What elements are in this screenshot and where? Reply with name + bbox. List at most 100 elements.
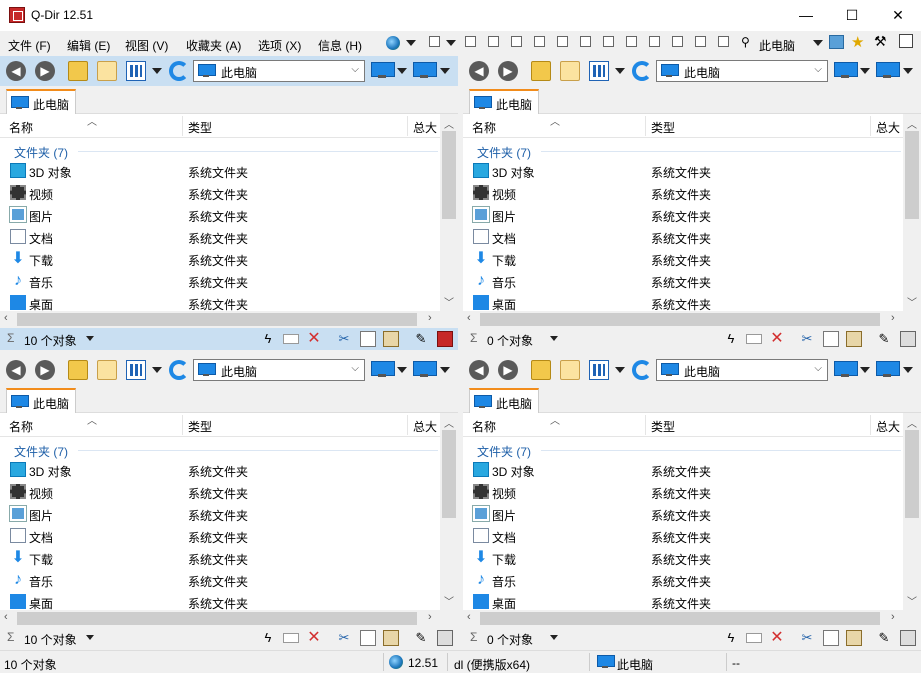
- explorer-icon[interactable]: [829, 35, 844, 49]
- computer-monitor-icon[interactable]: [876, 62, 900, 79]
- edit-icon[interactable]: ✎: [413, 331, 429, 347]
- folder-up-icon[interactable]: [531, 61, 551, 81]
- scroll-right-icon[interactable]: ›: [428, 611, 432, 623]
- flash-icon[interactable]: ϟ: [723, 331, 739, 347]
- paste-icon[interactable]: [846, 630, 862, 646]
- open-folder-icon[interactable]: [560, 360, 580, 380]
- folder-up-icon[interactable]: [68, 360, 88, 380]
- list-item[interactable]: ⬇ 下载 系统文件夹: [0, 248, 440, 270]
- delete-icon[interactable]: ✕: [306, 630, 322, 646]
- scroll-thumb[interactable]: [17, 612, 417, 625]
- minimize-button[interactable]: —: [783, 0, 829, 31]
- layout-10-icon[interactable]: [672, 36, 683, 47]
- scroll-down-icon[interactable]: ﹀: [907, 294, 917, 309]
- tab-this-pc[interactable]: 此电脑: [469, 388, 539, 413]
- list-item[interactable]: ♪ 音乐 系统文件夹: [0, 270, 440, 292]
- tab-this-pc[interactable]: 此电脑: [6, 388, 76, 413]
- list-item[interactable]: 文档 系统文件夹: [0, 525, 440, 547]
- view-dropdown-icon[interactable]: [152, 367, 162, 373]
- scroll-up-icon[interactable]: ︿: [444, 116, 454, 131]
- desktop-dropdown-icon[interactable]: [397, 68, 407, 74]
- copy-icon[interactable]: [823, 331, 839, 347]
- view-mode-icon[interactable]: [589, 360, 609, 380]
- layout-7-icon[interactable]: [603, 36, 614, 47]
- horizontal-scrollbar[interactable]: ‹ ›: [0, 311, 440, 328]
- refresh-icon[interactable]: [169, 360, 189, 380]
- scroll-left-icon[interactable]: ‹: [4, 312, 8, 324]
- list-item[interactable]: 桌面 系统文件夹: [463, 591, 903, 610]
- desktop-monitor-icon[interactable]: [834, 361, 858, 378]
- edit-icon[interactable]: ✎: [876, 331, 892, 347]
- layout-9-icon[interactable]: [649, 36, 660, 47]
- list-item[interactable]: 视频 系统文件夹: [0, 481, 440, 503]
- desktop-monitor-icon[interactable]: [371, 361, 395, 378]
- scroll-thumb[interactable]: [442, 430, 456, 518]
- delete-icon[interactable]: ✕: [769, 630, 785, 646]
- pane-object-count[interactable]: 10 个对象: [24, 631, 77, 648]
- address-bar[interactable]: 此电脑 ⌵: [656, 60, 828, 82]
- menu-favorites[interactable]: 收藏夹 (A): [186, 37, 241, 54]
- list-item[interactable]: 桌面 系统文件夹: [0, 591, 440, 610]
- menu-view[interactable]: 视图 (V): [125, 37, 168, 54]
- menu-info[interactable]: 信息 (H): [318, 37, 362, 54]
- scroll-thumb[interactable]: [480, 313, 880, 326]
- forward-button[interactable]: ▶: [498, 61, 518, 81]
- scroll-up-icon[interactable]: ︿: [907, 415, 917, 430]
- layout-12-icon[interactable]: [718, 36, 729, 47]
- address-text[interactable]: 此电脑: [684, 363, 720, 380]
- edit-icon[interactable]: ✎: [413, 630, 429, 646]
- pane-object-count[interactable]: 0 个对象: [487, 631, 533, 648]
- flash-icon[interactable]: ϟ: [723, 630, 739, 646]
- list-item[interactable]: ♪ 音乐 系统文件夹: [0, 569, 440, 591]
- list-item[interactable]: ♪ 音乐 系统文件夹: [463, 569, 903, 591]
- view-dropdown-icon[interactable]: [615, 367, 625, 373]
- computer-dropdown-icon[interactable]: [440, 68, 450, 74]
- pane-color-icon[interactable]: [900, 630, 916, 646]
- list-item[interactable]: 视频 系统文件夹: [463, 481, 903, 503]
- list-item[interactable]: 图片 系统文件夹: [0, 503, 440, 525]
- scroll-down-icon[interactable]: ﹀: [444, 593, 454, 608]
- computer-dropdown-icon[interactable]: [903, 367, 913, 373]
- open-folder-icon[interactable]: [560, 61, 580, 81]
- list-item[interactable]: 文档 系统文件夹: [0, 226, 440, 248]
- horizontal-scrollbar[interactable]: ‹ ›: [463, 311, 903, 328]
- menu-file[interactable]: 文件 (F): [8, 37, 51, 54]
- cut-icon[interactable]: ✂: [799, 630, 815, 646]
- layout-1-icon[interactable]: [465, 36, 476, 47]
- globe-icon[interactable]: [386, 36, 400, 50]
- list-item[interactable]: ♪ 音乐 系统文件夹: [463, 270, 903, 292]
- scroll-thumb[interactable]: [442, 131, 456, 219]
- paste-icon[interactable]: [846, 331, 862, 347]
- count-dropdown-icon[interactable]: [86, 336, 94, 341]
- pane-object-count[interactable]: 0 个对象: [487, 332, 533, 349]
- list-item[interactable]: 视频 系统文件夹: [0, 182, 440, 204]
- desktop-dropdown-icon[interactable]: [860, 68, 870, 74]
- vertical-scrollbar[interactable]: ︿ ﹀: [903, 114, 921, 311]
- scroll-right-icon[interactable]: ›: [428, 312, 432, 324]
- list-item[interactable]: ⬇ 下载 系统文件夹: [463, 248, 903, 270]
- scroll-left-icon[interactable]: ‹: [4, 611, 8, 623]
- list-item[interactable]: 3D 对象 系统文件夹: [463, 160, 903, 182]
- layout-3-icon[interactable]: [511, 36, 522, 47]
- paste-icon[interactable]: [383, 630, 399, 646]
- layout-8-icon[interactable]: [626, 36, 637, 47]
- pane-color-icon[interactable]: [437, 630, 453, 646]
- delete-icon[interactable]: ✕: [769, 331, 785, 347]
- count-dropdown-icon[interactable]: [550, 336, 558, 341]
- copy-icon[interactable]: [360, 331, 376, 347]
- folder-up-icon[interactable]: [531, 360, 551, 380]
- scroll-left-icon[interactable]: ‹: [467, 611, 471, 623]
- settings-icon[interactable]: [899, 34, 913, 48]
- copy-icon[interactable]: [823, 630, 839, 646]
- address-text[interactable]: 此电脑: [684, 64, 720, 81]
- desktop-dropdown-icon[interactable]: [397, 367, 407, 373]
- email-icon[interactable]: [746, 633, 762, 643]
- address-bar[interactable]: 此电脑 ⌵: [193, 359, 365, 381]
- list-item[interactable]: 3D 对象 系统文件夹: [0, 160, 440, 182]
- desktop-monitor-icon[interactable]: [371, 62, 395, 79]
- address-bar[interactable]: 此电脑 ⌵: [193, 60, 365, 82]
- flash-icon[interactable]: ϟ: [260, 630, 276, 646]
- scroll-left-icon[interactable]: ‹: [467, 312, 471, 324]
- count-dropdown-icon[interactable]: [86, 635, 94, 640]
- layout-2-icon[interactable]: [488, 36, 499, 47]
